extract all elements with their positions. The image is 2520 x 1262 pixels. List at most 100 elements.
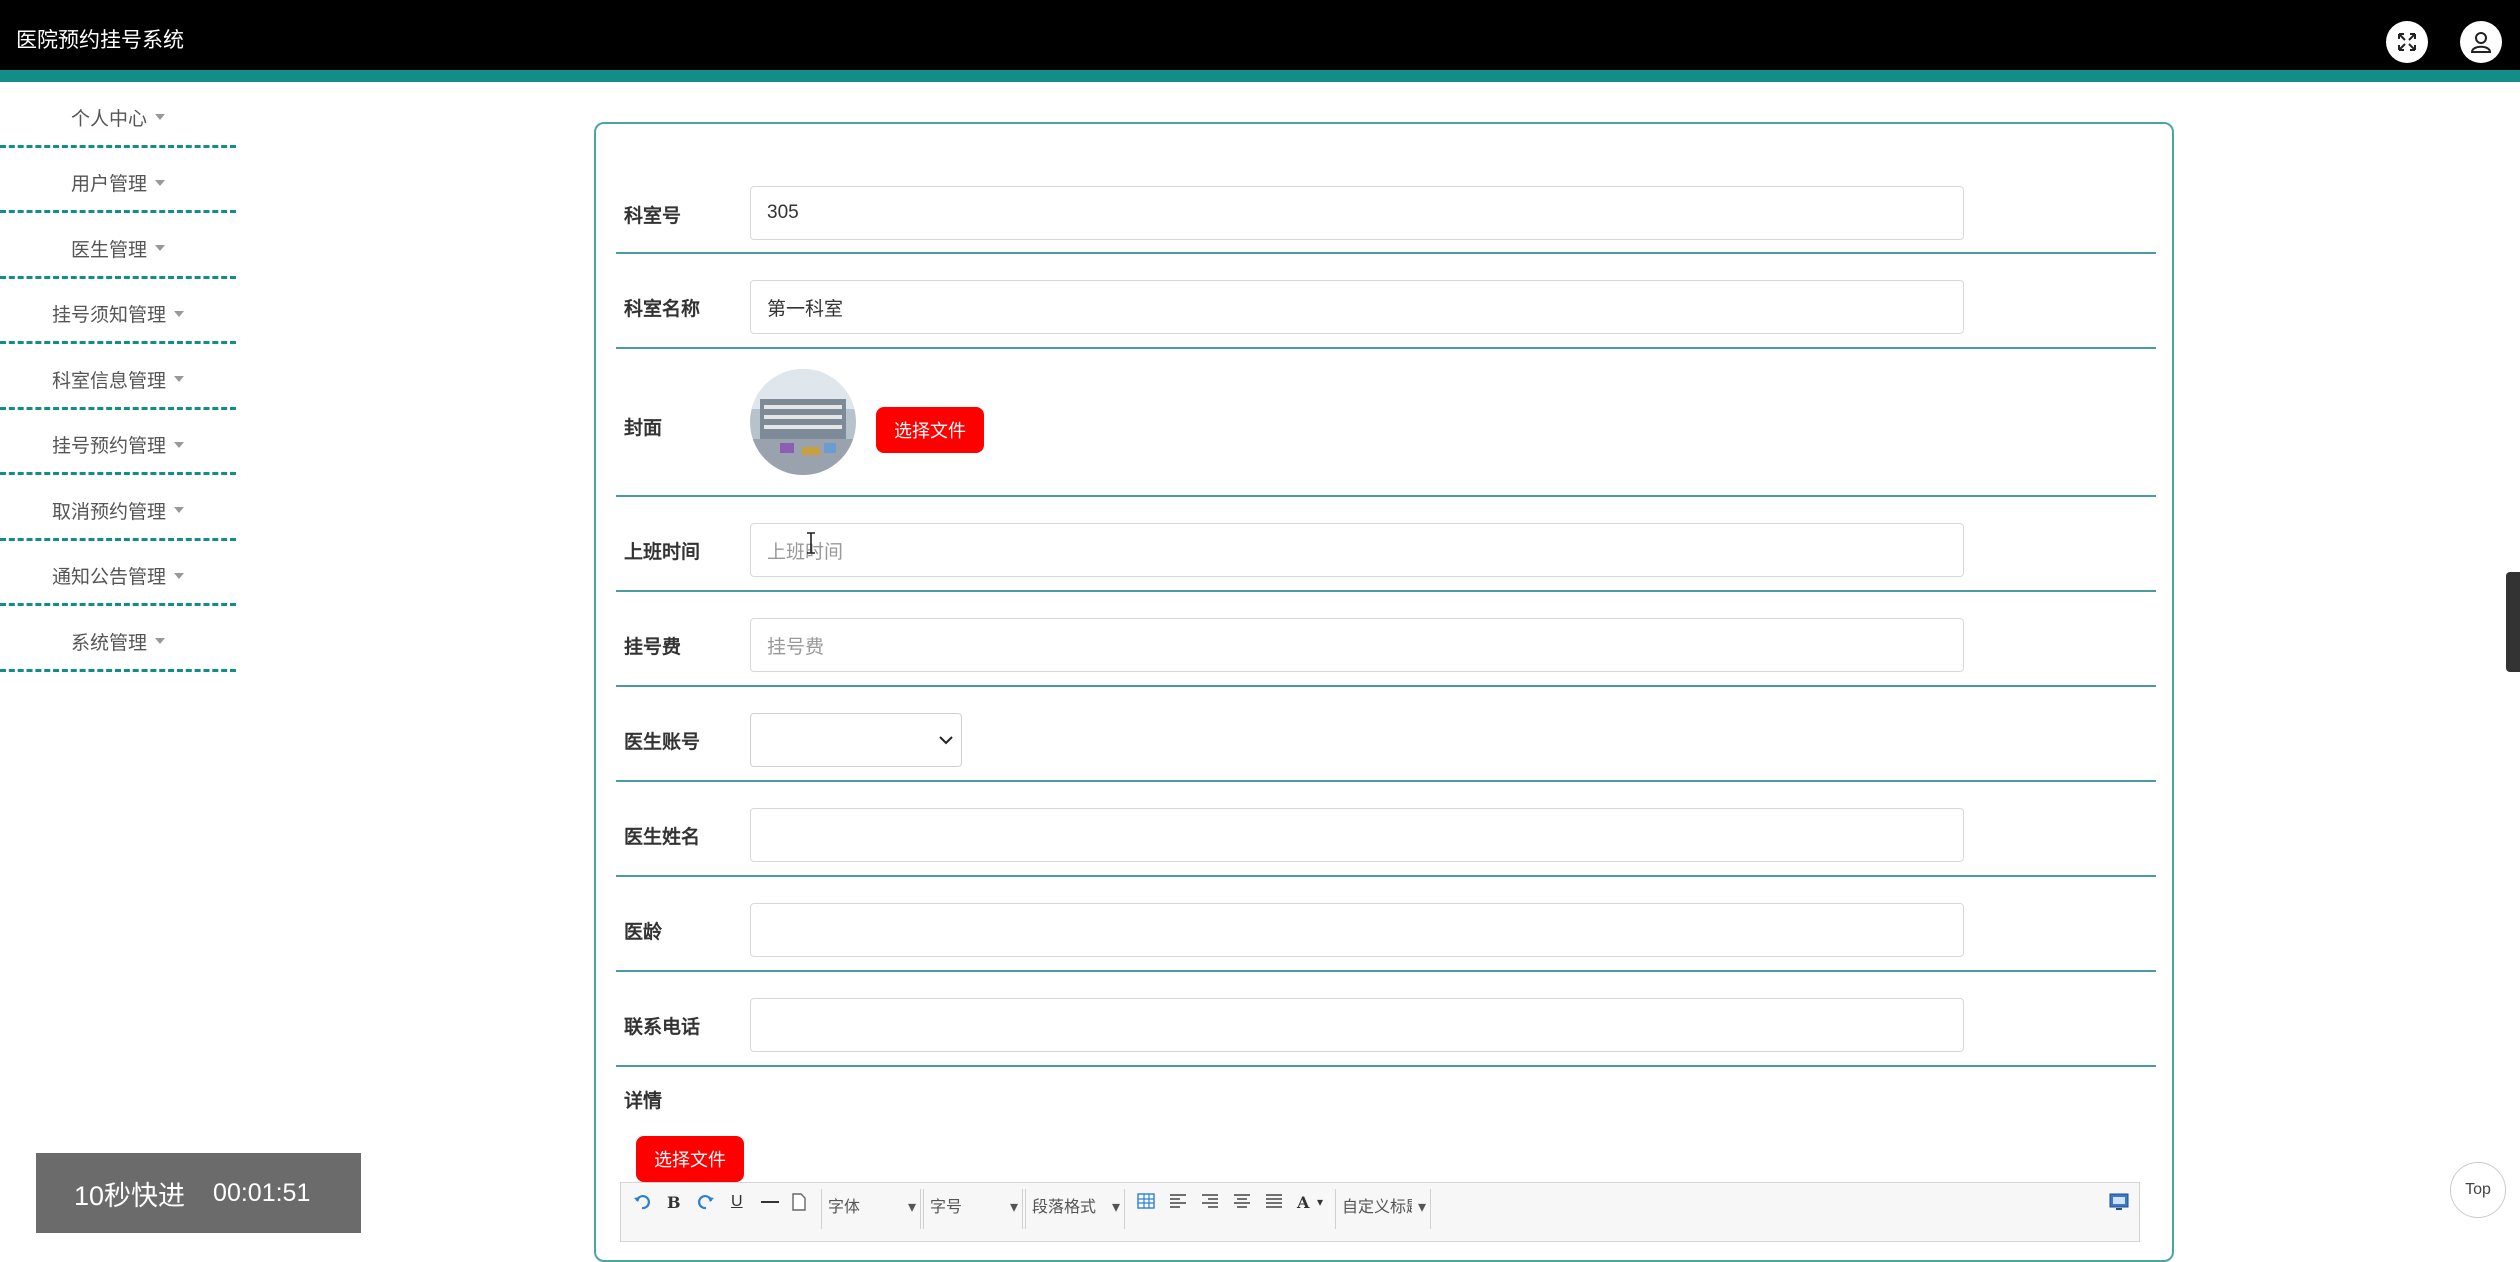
- sidebar-item-label: 系统管理: [70, 632, 147, 654]
- playback-overlay[interactable]: 10秒快进 00:01:51: [36, 1153, 361, 1233]
- cover-choose-file-button[interactable]: 选择文件: [876, 407, 984, 453]
- phone-label: 联系电话: [624, 1017, 701, 1038]
- text-cursor-icon: [806, 532, 816, 560]
- sidebar-item-label: 挂号预约管理: [51, 436, 166, 458]
- doctor-name-label: 医生姓名: [624, 827, 701, 848]
- room-name-input[interactable]: 第一科室: [750, 280, 1964, 334]
- sidebar-item-appointment-management[interactable]: 挂号预约管理: [0, 410, 236, 475]
- form-row-room-no: 科室号 305: [616, 144, 2156, 254]
- sidebar-item-label: 取消预约管理: [51, 501, 166, 523]
- caret-down-icon: [174, 507, 184, 514]
- sidebar-item-announcements[interactable]: 通知公告管理: [0, 541, 236, 606]
- caret-down-icon: ▾: [907, 1199, 916, 1216]
- user-menu-button[interactable]: [2460, 21, 2502, 63]
- align-left-icon[interactable]: [1169, 1193, 1187, 1214]
- sidebar-item-label: 用户管理: [70, 174, 147, 196]
- sidebar-item-label: 挂号须知管理: [51, 305, 166, 327]
- paragraph-format-label: 段落格式: [1032, 1199, 1097, 1216]
- custom-title-label: 自定义标题: [1342, 1199, 1412, 1216]
- sidebar-item-user-management[interactable]: 用户管理: [0, 148, 236, 213]
- form-row-room-name: 科室名称 第一科室: [616, 254, 2156, 349]
- caret-down-icon: [174, 310, 184, 317]
- department-form-card: 科室号 305 科室名称 第一科室 封面 选择文件 上班时间 上班时间 挂号费 …: [594, 122, 2174, 1262]
- align-right-icon[interactable]: [1201, 1193, 1219, 1214]
- preview-icon[interactable]: [2109, 1193, 2129, 1216]
- font-size-label: 字号: [930, 1199, 963, 1216]
- underline-button[interactable]: U: [731, 1193, 743, 1211]
- sidebar-item-system-management[interactable]: 系统管理: [0, 606, 236, 672]
- caret-down-icon: ▾: [1111, 1199, 1120, 1216]
- caret-down-icon: [174, 572, 184, 579]
- form-row-fee: 挂号费 挂号费: [616, 592, 2156, 687]
- undo-icon[interactable]: [633, 1193, 651, 1216]
- room-no-label: 科室号: [624, 206, 682, 227]
- form-row-doctor-name: 医生姓名: [616, 782, 2156, 877]
- form-row-doctor-age: 医龄: [616, 877, 2156, 972]
- detail-choose-file-button[interactable]: 选择文件: [636, 1136, 744, 1182]
- custom-title-select[interactable]: 自定义标题 ▾: [1335, 1189, 1431, 1229]
- room-name-label: 科室名称: [624, 299, 701, 320]
- phone-input[interactable]: [750, 998, 1964, 1052]
- caret-down-icon: [174, 376, 184, 383]
- user-icon: [2470, 32, 2492, 53]
- redo-icon[interactable]: [697, 1193, 715, 1216]
- work-time-input[interactable]: 上班时间: [750, 523, 1964, 577]
- caret-down-icon: [155, 245, 165, 252]
- playback-time: 00:01:51: [213, 1178, 311, 1207]
- back-to-top-button[interactable]: Top: [2450, 1162, 2506, 1218]
- skip-forward-label[interactable]: 10秒快进: [74, 1174, 185, 1213]
- side-scroll-handle[interactable]: [2506, 572, 2520, 672]
- room-no-input[interactable]: 305: [750, 186, 1964, 240]
- font-color-button[interactable]: A: [1297, 1193, 1309, 1212]
- caret-down-icon: [155, 179, 165, 186]
- doctor-account-select[interactable]: [750, 713, 962, 767]
- sidebar-item-label: 个人中心: [70, 108, 147, 130]
- form-row-cover: 封面 选择文件: [616, 349, 2156, 497]
- doctor-name-input[interactable]: [750, 808, 1964, 862]
- bold-button[interactable]: B: [667, 1193, 681, 1212]
- header-accent-strip: [0, 70, 2520, 82]
- rich-text-editor-toolbar: B U 字体 ▾ 字号 ▾ 段落格式 ▾ A ▾ 自定义标题 ▾: [620, 1182, 2140, 1242]
- detail-label: 详情: [624, 1091, 663, 1112]
- font-size-select[interactable]: 字号 ▾: [923, 1189, 1023, 1229]
- doctor-age-label: 医龄: [624, 922, 663, 943]
- app-title: 医院预约挂号系统: [16, 29, 184, 52]
- sidebar: 个人中心 用户管理 医生管理 挂号须知管理 科室信息管理 挂号预约管理 取消预约…: [0, 82, 236, 672]
- paragraph-format-select[interactable]: 段落格式 ▾: [1025, 1189, 1125, 1229]
- doctor-age-input[interactable]: [750, 903, 1964, 957]
- sidebar-item-department-info[interactable]: 科室信息管理: [0, 344, 236, 410]
- font-family-select[interactable]: 字体 ▾: [821, 1189, 921, 1229]
- form-row-work-time: 上班时间 上班时间: [616, 497, 2156, 592]
- form-row-doctor-account: 医生账号: [616, 687, 2156, 782]
- expand-icon: [2398, 33, 2416, 51]
- form-row-phone: 联系电话: [616, 972, 2156, 1067]
- horizontal-rule-icon[interactable]: [761, 1201, 779, 1203]
- chevron-down-icon: [939, 732, 953, 748]
- caret-down-icon: [155, 114, 165, 121]
- align-justify-icon[interactable]: [1265, 1193, 1283, 1214]
- fullscreen-button[interactable]: [2386, 21, 2428, 63]
- table-icon[interactable]: [1137, 1193, 1155, 1214]
- sidebar-item-personal-center[interactable]: 个人中心: [0, 82, 236, 148]
- caret-down-icon: [174, 441, 184, 448]
- caret-down-icon: [155, 638, 165, 645]
- sidebar-item-doctor-management[interactable]: 医生管理: [0, 213, 236, 279]
- doctor-account-label: 医生账号: [624, 732, 701, 753]
- page-icon[interactable]: [791, 1193, 807, 1216]
- cover-label: 封面: [624, 418, 663, 439]
- align-center-icon[interactable]: [1233, 1193, 1251, 1214]
- sidebar-item-label: 医生管理: [70, 239, 147, 261]
- caret-down-icon[interactable]: ▾: [1317, 1195, 1323, 1209]
- cover-image: [750, 369, 856, 475]
- fee-input[interactable]: 挂号费: [750, 618, 1964, 672]
- top-header: 医院预约挂号系统: [0, 0, 2520, 70]
- caret-down-icon: ▾: [1417, 1199, 1426, 1216]
- font-family-label: 字体: [828, 1199, 861, 1216]
- sidebar-item-registration-notice[interactable]: 挂号须知管理: [0, 279, 236, 344]
- caret-down-icon: ▾: [1009, 1199, 1018, 1216]
- sidebar-item-label: 通知公告管理: [51, 567, 166, 589]
- sidebar-item-cancel-appointment[interactable]: 取消预约管理: [0, 475, 236, 541]
- work-time-label: 上班时间: [624, 542, 701, 563]
- fee-label: 挂号费: [624, 637, 682, 658]
- sidebar-item-label: 科室信息管理: [51, 370, 166, 392]
